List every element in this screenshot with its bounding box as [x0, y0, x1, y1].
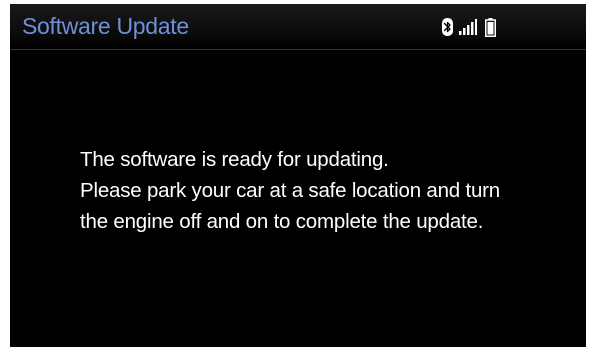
signal-strength-icon [459, 19, 477, 35]
battery-icon [485, 17, 496, 37]
head-unit-screen: Software Update The software is ready fo… [10, 4, 586, 347]
page-title: Software Update [22, 13, 189, 39]
bluetooth-icon [442, 18, 453, 36]
message-line-3: the engine off and on to complete the up… [80, 210, 484, 233]
message-line-2: Please park your car at a safe location … [80, 179, 501, 202]
header-bar: Software Update [10, 4, 586, 50]
message-line-1: The software is ready for updating. [80, 148, 389, 171]
status-bar [442, 17, 496, 37]
update-message: The software is ready for updating. Plea… [80, 144, 560, 237]
